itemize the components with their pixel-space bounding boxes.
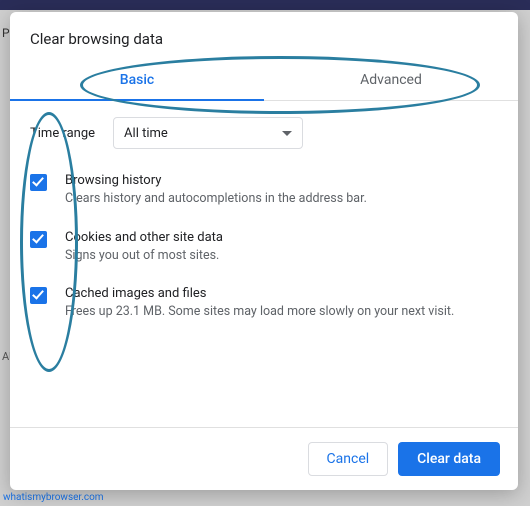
option-desc: Signs you out of most sites. [65,247,223,265]
time-range-label: Time range [30,126,95,141]
clear-data-button[interactable]: Clear data [398,442,500,476]
clear-browsing-data-dialog: Clear browsing data Basic Advanced Time … [10,12,518,490]
option-title: Browsing history [65,173,367,188]
browser-topbar [0,0,530,10]
checkbox-cached[interactable] [30,287,47,304]
checkbox-browsing-history[interactable] [30,174,47,191]
option-browsing-history: Browsing history Clears history and auto… [30,173,498,208]
option-desc: Clears history and autocompletions in th… [65,190,367,208]
tab-advanced[interactable]: Advanced [264,62,518,100]
tabs: Basic Advanced [10,62,518,101]
option-text: Cookies and other site data Signs you ou… [65,230,223,265]
cancel-button[interactable]: Cancel [308,442,389,476]
time-range-row: Time range All time [30,117,498,149]
tab-basic[interactable]: Basic [10,62,264,100]
dialog-title: Clear browsing data [10,12,518,62]
chevron-down-icon [282,131,292,136]
time-range-value: All time [124,126,168,141]
option-text: Browsing history Clears history and auto… [65,173,367,208]
time-range-select[interactable]: All time [113,117,303,149]
option-title: Cookies and other site data [65,230,223,245]
option-cached: Cached images and files Frees up 23.1 MB… [30,286,498,321]
checkbox-cookies[interactable] [30,231,47,248]
dialog-actions: Cancel Clear data [10,427,518,490]
footer-link[interactable]: whatismybrowser.com [3,492,104,503]
option-cookies: Cookies and other site data Signs you ou… [30,230,498,265]
option-text: Cached images and files Frees up 23.1 MB… [65,286,454,321]
dialog-body: Time range All time Browsing history Cle… [10,101,518,427]
option-desc: Frees up 23.1 MB. Some sites may load mo… [65,303,454,321]
option-title: Cached images and files [65,286,454,301]
